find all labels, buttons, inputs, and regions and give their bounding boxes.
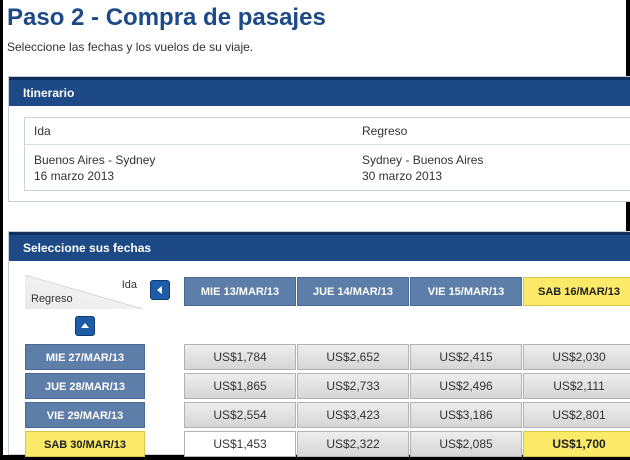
price-cell[interactable]: US$2,322 (297, 431, 409, 457)
price-cell[interactable]: US$2,415 (410, 344, 522, 370)
itinerary-table: Ida Regreso Buenos Aires - Sydney 16 mar… (24, 117, 630, 191)
ida-route: Buenos Aires - Sydney (34, 153, 156, 167)
previous-return-dates-button[interactable] (75, 316, 95, 336)
price-cell[interactable]: US$3,186 (410, 402, 522, 428)
corner-ida-label: Ida (121, 279, 137, 291)
price-cell[interactable]: US$1,784 (184, 344, 296, 370)
outbound-date-header[interactable]: JUE 14/MAR/13 (297, 277, 409, 306)
price-cell[interactable]: US$2,554 (184, 402, 296, 428)
price-cell[interactable]: US$2,085 (410, 431, 522, 457)
page-subtitle: Seleccione las fechas y los vuelos de su… (7, 40, 254, 54)
regreso-date: 30 marzo 2013 (362, 169, 443, 183)
arrow-left-icon (157, 286, 162, 294)
page-title: Paso 2 - Compra de pasajes (7, 4, 326, 31)
itinerary-table-header: Ida Regreso (25, 118, 630, 145)
dates-header: Seleccione sus fechas (9, 232, 630, 261)
price-cell[interactable]: US$2,111 (523, 373, 630, 399)
price-cell[interactable]: US$2,030 (523, 344, 630, 370)
ida-date: 16 marzo 2013 (34, 169, 115, 183)
price-cell[interactable]: US$1,453 (184, 431, 296, 457)
regreso-route: Sydney - Buenos Aires (362, 153, 484, 167)
itinerary-panel: Itinerario Ida Regreso Buenos Aires - Sy… (8, 76, 630, 202)
window-frame-left (0, 0, 3, 460)
return-date-header[interactable]: VIE 29/MAR/13 (25, 402, 145, 428)
arrow-up-icon (81, 323, 89, 328)
dates-panel: Seleccione sus fechas Ida Regreso MIE 13… (8, 231, 630, 457)
price-cell[interactable]: US$3,423 (297, 402, 409, 428)
price-cell[interactable]: US$2,733 (297, 373, 409, 399)
price-cell[interactable]: US$2,652 (297, 344, 409, 370)
price-cell-selected[interactable]: US$1,700 (523, 431, 630, 457)
corner-regreso-label: Regreso (31, 293, 73, 305)
outbound-date-header[interactable]: MIE 13/MAR/13 (184, 277, 296, 306)
outbound-date-header[interactable]: VIE 15/MAR/13 (410, 277, 522, 306)
return-date-header[interactable]: JUE 28/MAR/13 (25, 373, 145, 399)
return-date-header-selected[interactable]: SAB 30/MAR/13 (25, 431, 145, 457)
price-cell[interactable]: US$2,801 (523, 402, 630, 428)
regreso-column-title: Regreso (362, 124, 408, 138)
matrix-corner: Ida Regreso (25, 275, 143, 309)
outbound-date-header-selected[interactable]: SAB 16/MAR/13 (523, 277, 630, 306)
itinerary-header: Itinerario (9, 77, 630, 106)
price-cell[interactable]: US$1,865 (184, 373, 296, 399)
return-date-header[interactable]: MIE 27/MAR/13 (25, 344, 145, 370)
previous-outbound-dates-button[interactable] (150, 280, 170, 300)
price-cell[interactable]: US$2,496 (410, 373, 522, 399)
ida-column-title: Ida (34, 124, 51, 138)
